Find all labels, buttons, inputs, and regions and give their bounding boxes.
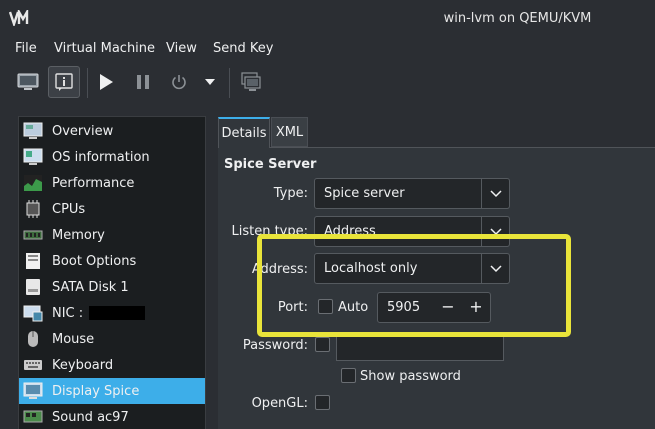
tab-xml[interactable]: XML: [271, 117, 308, 147]
type-value: Spice server: [324, 186, 405, 201]
title-bar: win-lvm on QEMU/KVM: [0, 0, 655, 36]
listen-type-combo[interactable]: Address: [314, 216, 510, 247]
menu-bar: File Virtual Machine View Send Key: [0, 36, 655, 62]
sidebar-item-label: Memory: [52, 227, 105, 243]
sidebar-item-label: Mouse: [52, 331, 95, 347]
auto-port-label: Auto: [338, 300, 369, 315]
combo-dropdown-button[interactable]: [481, 254, 509, 283]
run-icon: [100, 74, 113, 90]
power-menu-button[interactable]: [202, 66, 218, 98]
port-label: Port:: [277, 300, 308, 315]
overview-icon: [23, 122, 43, 139]
port-value: 5905: [387, 300, 421, 315]
chevron-down-icon: [489, 227, 502, 235]
menu-virtual-machine[interactable]: Virtual Machine: [54, 41, 155, 56]
console-button[interactable]: [12, 66, 44, 98]
password-input[interactable]: [336, 336, 504, 361]
sidebar-item-label: Keyboard: [52, 357, 114, 373]
window-title: win-lvm on QEMU/KVM: [443, 11, 592, 26]
sidebar-item-os-information[interactable]: OS information: [19, 144, 205, 170]
auto-port-checkbox[interactable]: [318, 299, 333, 314]
display-icon: [23, 382, 43, 399]
menu-send-key[interactable]: Send Key: [213, 41, 273, 56]
listen-type-label: Listen type:: [231, 224, 308, 239]
sidebar-item-keyboard[interactable]: Keyboard: [19, 352, 205, 378]
listen-type-value: Address: [324, 224, 376, 239]
sidebar-item-label: Boot Options: [52, 253, 137, 269]
port-decrement-button[interactable]: −: [440, 299, 456, 315]
toolbar: [0, 62, 655, 106]
address-label: Address:: [251, 262, 308, 277]
power-button[interactable]: [167, 66, 191, 98]
show-password-label: Show password: [360, 369, 461, 384]
fullscreen-icon: [241, 72, 261, 91]
sidebar-item-overview[interactable]: Overview: [19, 118, 205, 144]
opengl-checkbox[interactable]: [315, 395, 330, 410]
toolbar-separator: [87, 68, 88, 98]
boot-icon: [26, 253, 40, 269]
address-value: Localhost only: [324, 261, 418, 276]
sound-icon: [23, 410, 43, 423]
sidebar-item-label: Performance: [52, 175, 135, 191]
tab-details[interactable]: Details: [218, 117, 270, 148]
power-icon: [172, 75, 186, 90]
cpu-icon: [26, 200, 40, 218]
password-label: Password:: [242, 338, 308, 353]
sidebar-item-label: CPUs: [52, 201, 86, 217]
fullscreen-button[interactable]: [237, 66, 265, 98]
pause-icon: [137, 75, 149, 89]
sidebar-item-label: SATA Disk 1: [52, 279, 129, 295]
sidebar-item-label: NIC :: [52, 306, 146, 321]
disk-icon: [26, 279, 40, 295]
port-increment-button[interactable]: +: [468, 299, 484, 315]
type-label: Type:: [273, 186, 308, 201]
menu-file[interactable]: File: [15, 41, 37, 56]
sidebar-item-label: OS information: [52, 149, 150, 165]
password-checkbox[interactable]: [315, 337, 330, 352]
memory-icon: [23, 230, 43, 240]
type-combo[interactable]: Spice server: [314, 178, 510, 209]
details-icon: [55, 73, 73, 91]
show-password-checkbox[interactable]: [341, 368, 356, 383]
performance-icon: [24, 175, 42, 191]
sidebar-item-label: Sound ac97: [52, 409, 129, 425]
redacted-block: [89, 306, 146, 320]
combo-dropdown-button[interactable]: [481, 217, 509, 246]
toolbar-separator: [229, 68, 230, 98]
combo-dropdown-button[interactable]: [481, 179, 509, 208]
dropdown-arrow-icon: [205, 79, 215, 85]
opengl-label: OpenGL:: [251, 396, 308, 411]
console-icon: [17, 73, 39, 90]
sidebar-item-sata-disk-1[interactable]: SATA Disk 1: [19, 274, 205, 300]
sidebar-item-label: Overview: [52, 123, 114, 139]
pause-button[interactable]: [131, 66, 155, 98]
menu-view[interactable]: View: [166, 41, 197, 56]
address-combo[interactable]: Localhost only: [314, 253, 510, 284]
details-button[interactable]: [48, 66, 80, 98]
run-button[interactable]: [94, 66, 118, 98]
chevron-down-icon: [489, 189, 502, 197]
os-info-icon: [23, 148, 43, 165]
keyboard-icon: [24, 360, 42, 370]
chevron-down-icon: [489, 264, 502, 272]
mouse-icon: [28, 331, 38, 347]
section-title: Spice Server: [224, 157, 317, 172]
nic-icon: [23, 305, 43, 322]
port-spinbox[interactable]: 5905 − +: [377, 292, 491, 323]
sidebar-item-label: Display Spice: [52, 383, 140, 399]
